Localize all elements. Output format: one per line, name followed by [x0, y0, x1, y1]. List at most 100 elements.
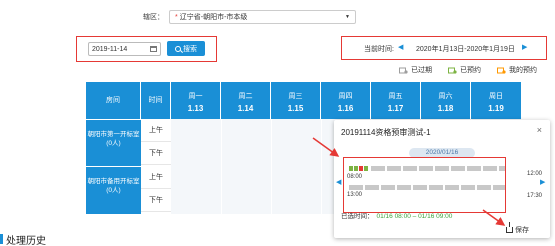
booked-icon [448, 67, 457, 74]
time-slot[interactable] [413, 185, 427, 190]
weekday: 周四 [338, 93, 353, 100]
time-slot[interactable] [435, 166, 449, 171]
day-header: 周六 1.18 [421, 82, 471, 119]
history-accent-bar [0, 234, 3, 244]
weekday: 周二 [238, 93, 253, 100]
search-button[interactable]: 搜索 [167, 41, 205, 56]
weekday: 周五 [388, 93, 403, 100]
time-1730: 17:30 [527, 193, 543, 199]
region-select[interactable]: * 辽宁省-朝阳市-市本级 ▼ [169, 10, 356, 24]
expired-icon [399, 67, 408, 74]
chosen-time: 已选时间： 01/16 08:00 – 01/16 09:00 [341, 210, 452, 220]
week-range: 2020年1月13日-2020年1月19日 [416, 46, 515, 53]
region-row: 辖区： * 辽宁省-朝阳市-市本级 ▼ [143, 10, 356, 24]
booking-popup: 20191114资格预审测试-1 × 2020/01/16 ◀ ▶ 08:00 … [334, 120, 550, 238]
day-header: 周二 1.14 [221, 82, 271, 119]
day-header: 周日 1.19 [471, 82, 521, 119]
day-date: 1.15 [287, 104, 304, 113]
room-name: 朝阳市备用开标室 [87, 178, 140, 185]
day-date: 1.14 [237, 104, 254, 113]
search-button-label: 搜索 [183, 45, 197, 53]
save-label: 保存 [515, 227, 529, 234]
room-cell: 朝阳市第一开标室 (0人) [86, 119, 141, 166]
time-slot[interactable] [387, 166, 401, 171]
day-date: 1.18 [437, 104, 454, 113]
next-day-icon[interactable]: ▶ [540, 178, 545, 186]
time-slot[interactable] [445, 185, 459, 190]
day-date: 1.13 [187, 104, 204, 113]
time-slot[interactable] [365, 185, 379, 190]
next-week-icon[interactable]: ▶ [522, 43, 527, 51]
save-button[interactable]: 保存 [506, 222, 529, 235]
time-1200: 12:00 [527, 171, 543, 177]
room-cell: 朝阳市备用开标室 (0人) [86, 166, 141, 214]
day-header: 周一 1.13 [171, 82, 221, 119]
prev-day-icon[interactable]: ◀ [336, 178, 341, 186]
time-slot[interactable] [461, 185, 475, 190]
time-slot[interactable] [364, 166, 368, 171]
time-slot[interactable] [354, 166, 358, 171]
day-date: 1.16 [337, 104, 354, 113]
time-1300: 13:00 [347, 192, 363, 198]
chevron-down-icon: ▼ [345, 14, 350, 20]
calendar-icon[interactable] [150, 46, 157, 52]
grid-divider [221, 119, 222, 214]
chosen-time-label: 已选时间： [341, 213, 374, 220]
legend-label: 我的预约 [509, 67, 537, 74]
am-label: 上午 [141, 119, 171, 142]
time-slot[interactable] [371, 166, 385, 171]
day-date: 1.19 [488, 104, 504, 113]
am-label: 上午 [141, 166, 171, 189]
room-header: 房间 [86, 82, 141, 119]
time-slot[interactable] [349, 166, 353, 171]
search-icon [175, 45, 181, 52]
legend-booked: 已预约 [448, 65, 481, 75]
my-booking-icon [497, 67, 506, 74]
required-mark: * [175, 13, 178, 21]
pm-label: 下午 [141, 142, 171, 165]
room-count: (0人) [106, 187, 121, 194]
weekday: 周一 [188, 93, 203, 100]
chosen-time-value: 01/16 08:00 – 01/16 09:00 [376, 213, 453, 220]
weekday: 周六 [438, 93, 453, 100]
day-date: 1.17 [387, 104, 404, 113]
time-slot[interactable] [493, 185, 505, 190]
time-header: 时间 [141, 82, 171, 119]
date-value: 2019-11-14 [92, 45, 128, 53]
weekday: 周日 [489, 93, 503, 100]
legend-my-booking: 我的预约 [497, 65, 537, 75]
legend-expired: 已过期 [399, 65, 432, 75]
time-slot[interactable] [499, 166, 505, 171]
time-slot[interactable] [381, 185, 395, 190]
time-slot[interactable] [429, 185, 443, 190]
close-icon[interactable]: × [537, 125, 542, 135]
upload-icon [506, 222, 513, 233]
time-slot[interactable] [419, 166, 433, 171]
time-slot[interactable] [483, 166, 497, 171]
time-slot[interactable] [397, 185, 411, 190]
region-value: 辽宁省-朝阳市-市本级 [179, 14, 248, 21]
time-slot[interactable] [467, 166, 481, 171]
time-slot[interactable] [477, 185, 491, 190]
day-header: 周五 1.17 [371, 82, 421, 119]
time-slot[interactable] [349, 185, 363, 190]
legend-label: 已预约 [460, 67, 481, 74]
history-title: 处理历史 [6, 236, 46, 246]
grid-divider [271, 119, 272, 214]
time-slot[interactable] [403, 166, 417, 171]
time-slot[interactable] [451, 166, 465, 171]
weekday: 周三 [288, 93, 303, 100]
day-header: 周四 1.16 [321, 82, 371, 119]
time-slot[interactable] [359, 166, 363, 171]
current-time-label: 当前时间: [364, 46, 394, 53]
grid-divider [321, 119, 322, 214]
region-label: 辖区： [143, 14, 164, 21]
pm-label: 下午 [141, 189, 171, 212]
prev-week-icon[interactable]: ◀ [398, 43, 403, 51]
date-input[interactable]: 2019-11-14 [88, 42, 161, 56]
popup-title: 20191114资格预审测试-1 [341, 128, 431, 137]
room-name: 朝阳市第一开标室 [87, 131, 140, 138]
time-0800: 08:00 [347, 174, 363, 180]
legend-label: 已过期 [411, 67, 432, 74]
room-count: (0人) [106, 140, 121, 147]
